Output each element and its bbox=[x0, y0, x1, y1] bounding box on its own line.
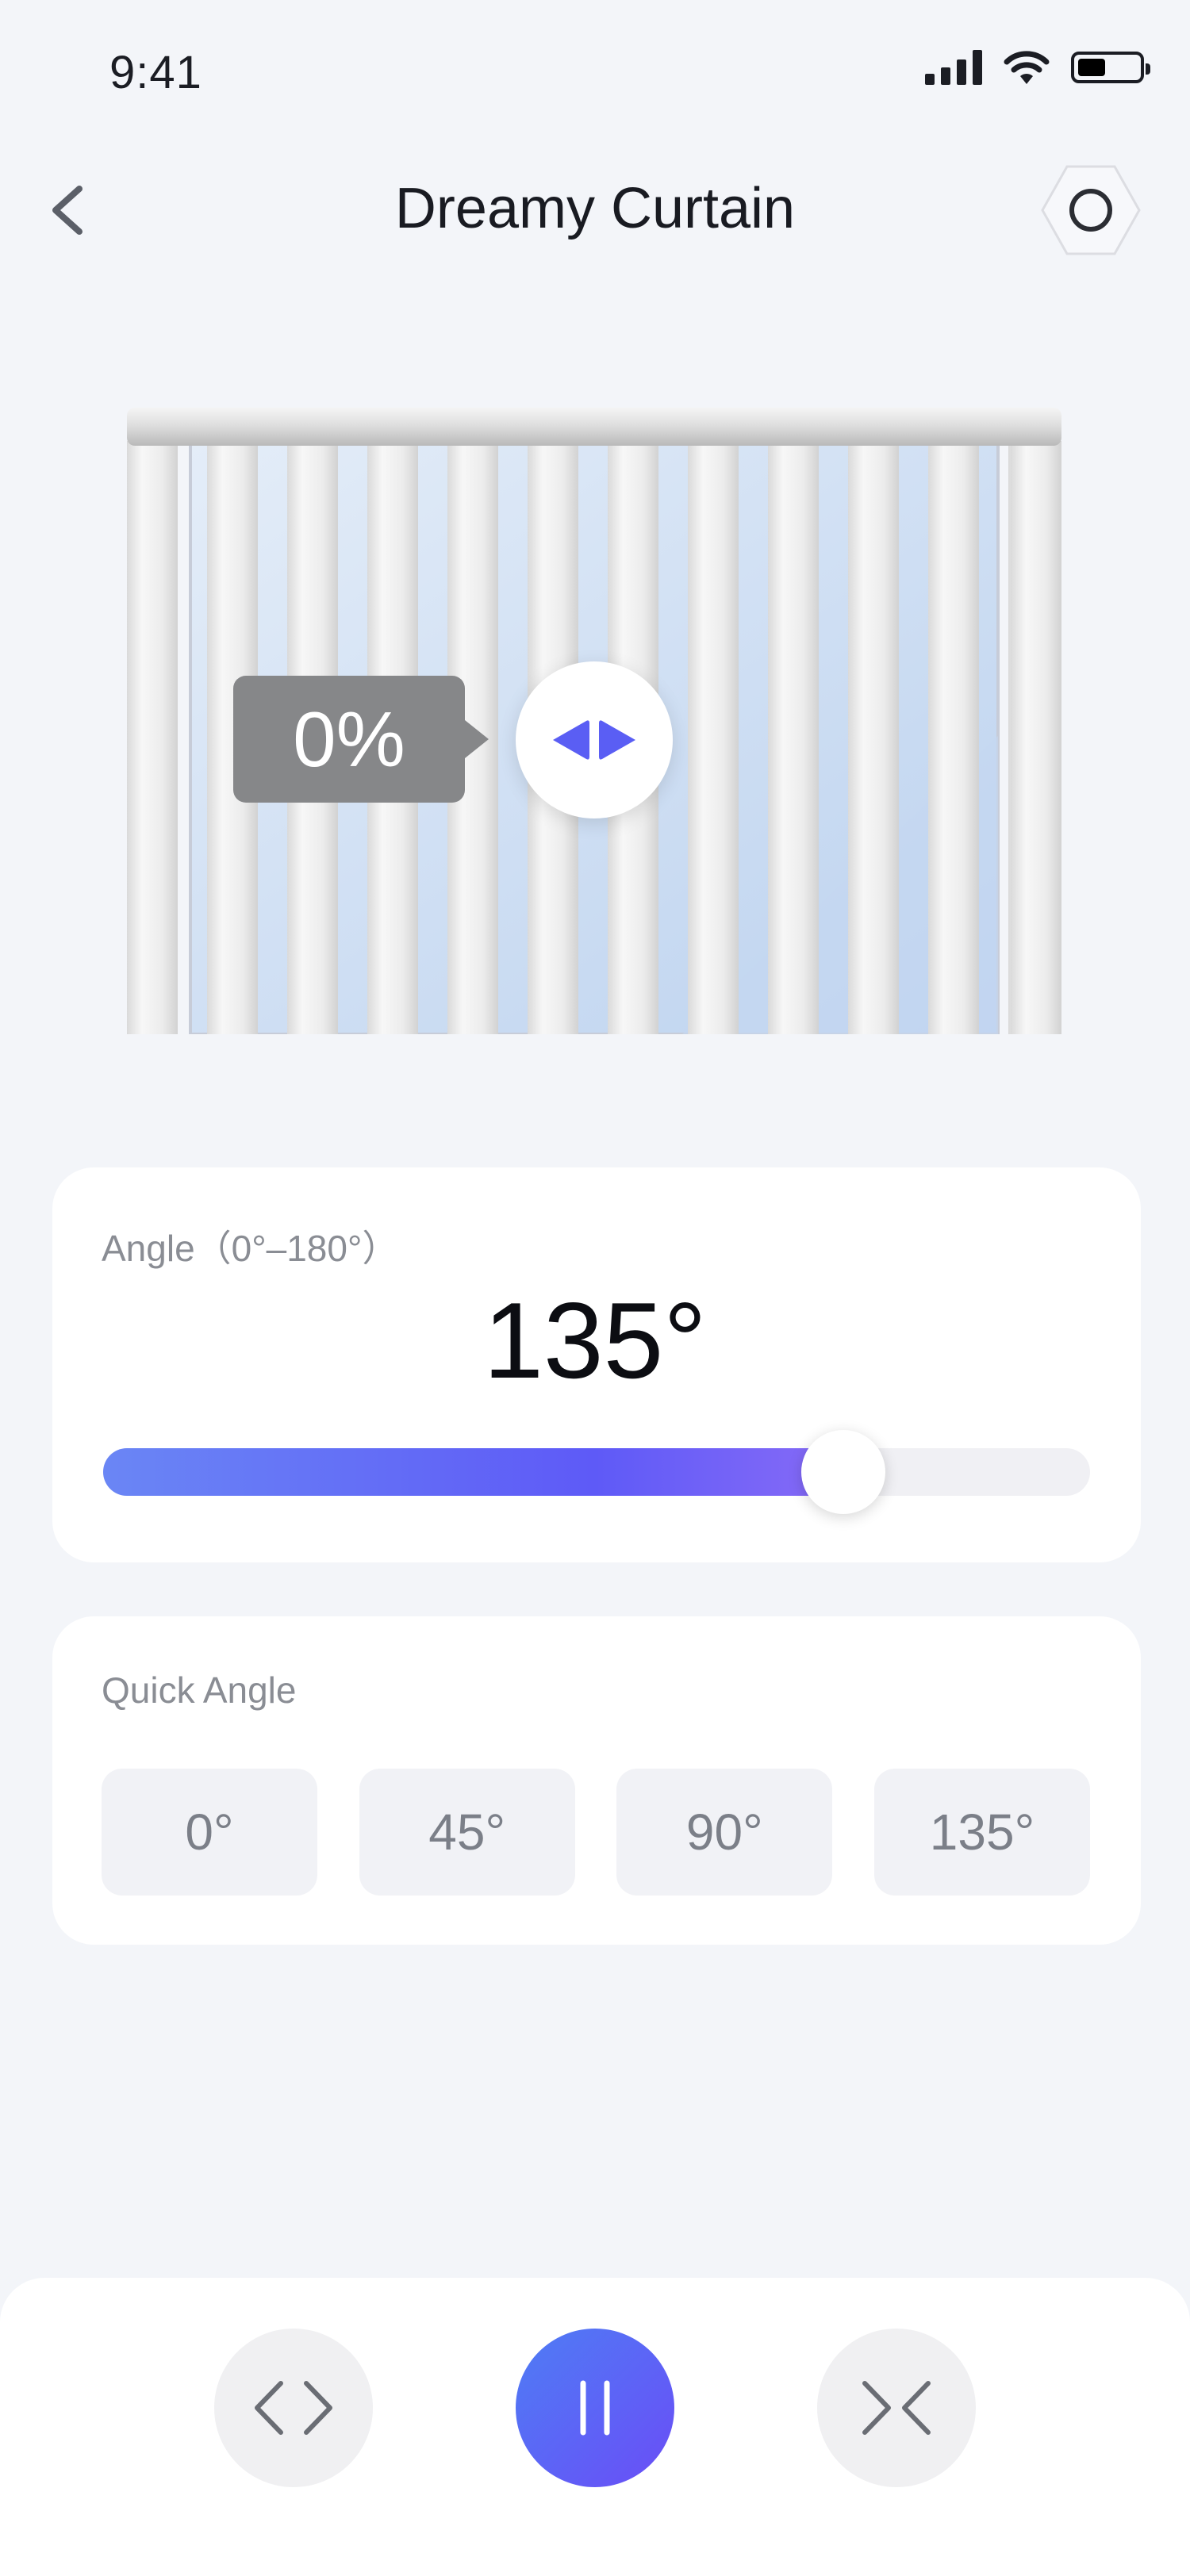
curtain-drag-handle[interactable] bbox=[516, 661, 673, 818]
status-icons bbox=[925, 49, 1150, 86]
quick-angle-90-button[interactable]: 90° bbox=[616, 1769, 833, 1896]
left-right-arrows-icon bbox=[553, 720, 635, 760]
blind-slat bbox=[928, 441, 979, 1034]
open-percent-badge: 0% bbox=[233, 676, 489, 803]
blind-slat bbox=[848, 441, 899, 1034]
battery-icon bbox=[1071, 52, 1150, 83]
cellular-signal-icon bbox=[925, 50, 982, 85]
collapse-arrows-icon bbox=[862, 2381, 931, 2435]
blind-slat bbox=[688, 441, 739, 1034]
angle-slider-fill bbox=[103, 1448, 859, 1496]
status-time: 9:41 bbox=[109, 47, 202, 98]
page-title: Dreamy Curtain bbox=[394, 177, 796, 240]
angle-slider[interactable] bbox=[103, 1430, 1090, 1514]
quick-angle-135-button[interactable]: 135° bbox=[873, 1769, 1090, 1896]
quick-angle-options: 0° 45° 90° 135° bbox=[102, 1769, 1090, 1896]
expand-arrows-icon bbox=[255, 2381, 332, 2435]
angle-value: 135° bbox=[483, 1280, 707, 1401]
close-curtain-button[interactable] bbox=[817, 2329, 976, 2487]
angle-slider-thumb[interactable] bbox=[801, 1430, 885, 1514]
open-curtain-button[interactable] bbox=[214, 2329, 373, 2487]
pause-icon bbox=[580, 2380, 610, 2436]
wifi-icon bbox=[1004, 51, 1050, 84]
blind-slat bbox=[1011, 441, 1061, 1034]
pause-button[interactable] bbox=[516, 2329, 674, 2487]
angle-label: Angle（0°–180°） bbox=[102, 1228, 399, 1269]
quick-angle-45-button[interactable]: 45° bbox=[359, 1769, 575, 1896]
quick-angle-0-button[interactable]: 0° bbox=[102, 1769, 317, 1896]
settings-hexagon-icon bbox=[1041, 165, 1141, 255]
blind-slat bbox=[127, 441, 178, 1034]
blind-slat bbox=[768, 441, 819, 1034]
quick-angle-label: Quick Angle bbox=[102, 1669, 297, 1711]
settings-button[interactable] bbox=[1039, 163, 1142, 257]
